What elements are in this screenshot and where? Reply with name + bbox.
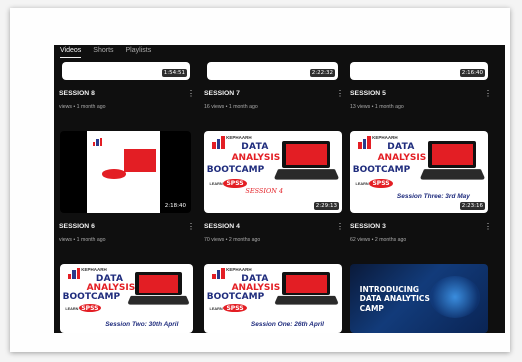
bootcamp-promo-image: KEPHAARH DATA ANALYSIS BOOTCAMP LEARN SP… (350, 131, 488, 213)
laptop-screen-image (123, 149, 156, 172)
laptop-icon (127, 272, 190, 305)
promo-line-2: ANALYSIS (231, 153, 281, 164)
bootcamp-promo-image: KEPHAARH DATA ANALYSIS BOOTCAMP LEARN SP… (204, 131, 342, 213)
promo-learn: LEARN (209, 181, 223, 186)
promo-line-2: ANALYSIS (86, 282, 136, 293)
video-duration: 2:23:16 (459, 202, 485, 210)
video-thumbnail[interactable]: INTRODUCING DATA ANALYTICS CAMP (350, 264, 488, 333)
thumbnail-image (87, 131, 160, 213)
bootcamp-promo-image: KEPHAARH DATA ANALYSIS BOOTCAMP LEARN SP… (60, 264, 193, 333)
video-title[interactable]: SESSION 7 (204, 90, 240, 97)
video-meta: views • 1 month ago (59, 237, 106, 243)
video-thumbnail[interactable]: 2:16:40 (350, 62, 488, 80)
promo-session: SESSION 4 (245, 186, 284, 195)
promo-brand: KEPHAARH (226, 267, 252, 273)
tab-videos[interactable]: Videos (60, 45, 82, 58)
more-options-icon[interactable]: ⋮ (484, 90, 492, 98)
video-meta: 70 views • 2 months ago (204, 237, 261, 243)
channel-videos-screen: Videos Shorts Playlists 1:54:51 2:22:32 … (54, 45, 505, 333)
video-duration: 2:29:13 (313, 202, 339, 210)
promo-learn: LEARN (65, 306, 79, 311)
video-duration: 2:18:40 (162, 202, 188, 210)
laptop-icon (419, 140, 485, 180)
document-page: Videos Shorts Playlists 1:54:51 2:22:32 … (10, 8, 510, 352)
video-meta: 13 views • 1 month ago (350, 104, 404, 110)
spss-badge-icon (101, 168, 127, 179)
promo-session: Session One: 26th April (250, 320, 324, 328)
video-title[interactable]: SESSION 6 (59, 223, 95, 230)
logo-bars-icon (212, 268, 226, 280)
video-meta: 16 views • 1 month ago (204, 104, 258, 110)
video-duration: 2:22:32 (309, 69, 335, 77)
video-meta: 62 views • 2 months ago (350, 237, 407, 243)
intro-line-1: INTRODUCING (359, 284, 420, 294)
channel-tabs: Videos Shorts Playlists (54, 45, 151, 61)
video-meta: views • 1 month ago (59, 104, 106, 110)
more-options-icon[interactable]: ⋮ (484, 223, 492, 231)
network-globe-icon (430, 276, 480, 318)
promo-session: Session Three: 3rd May (396, 192, 470, 200)
video-thumbnail[interactable]: KEPHAARH DATA ANALYSIS BOOTCAMP LEARN SP… (204, 131, 342, 213)
promo-spss: SPSS (78, 304, 102, 313)
promo-line-2: ANALYSIS (231, 282, 281, 293)
more-options-icon[interactable]: ⋮ (336, 90, 344, 98)
video-thumbnail[interactable]: 2:18:40 (60, 131, 191, 213)
video-title[interactable]: SESSION 8 (59, 90, 95, 97)
promo-learn: LEARN (355, 181, 369, 186)
laptop-icon (273, 272, 339, 305)
promo-line-1: DATA (387, 142, 415, 153)
promo-brand: KEPHAARH (372, 135, 398, 141)
promo-spss: SPSS (223, 304, 247, 313)
intro-line-2: DATA ANALYTICS (359, 294, 430, 304)
promo-line-3: BOOTCAMP (62, 292, 121, 303)
video-thumbnail[interactable]: KEPHAARH DATA ANALYSIS BOOTCAMP LEARN SP… (204, 264, 342, 333)
more-options-icon[interactable]: ⋮ (336, 223, 344, 231)
promo-spss: SPSS (369, 178, 393, 189)
video-thumbnail[interactable]: 2:22:32 (207, 62, 338, 80)
intro-promo-image: INTRODUCING DATA ANALYTICS CAMP (350, 264, 488, 333)
tab-shorts[interactable]: Shorts (93, 45, 113, 57)
video-duration: 2:16:40 (459, 69, 485, 77)
promo-line-3: BOOTCAMP (206, 292, 265, 303)
logo-bars-icon (212, 135, 226, 150)
promo-brand: KEPHAARH (226, 135, 252, 141)
laptop-icon (273, 140, 339, 180)
video-duration: 1:54:51 (161, 69, 187, 77)
more-options-icon[interactable]: ⋮ (187, 90, 195, 98)
video-title[interactable]: SESSION 5 (350, 90, 386, 97)
logo-bars-icon (67, 268, 81, 280)
promo-line-3: BOOTCAMP (352, 164, 411, 175)
more-options-icon[interactable]: ⋮ (187, 223, 195, 231)
promo-spss: SPSS (223, 178, 247, 189)
promo-line-3: BOOTCAMP (206, 164, 265, 175)
video-thumbnail[interactable]: KEPHAARH DATA ANALYSIS BOOTCAMP LEARN SP… (350, 131, 488, 213)
promo-line-1: DATA (241, 142, 269, 153)
promo-brand: KEPHAARH (81, 267, 107, 273)
video-thumbnail[interactable]: 1:54:51 (62, 62, 190, 80)
promo-session: Session Two: 30th April (105, 320, 179, 328)
promo-learn: LEARN (209, 306, 223, 311)
logo-bars-icon (92, 137, 103, 146)
logo-bars-icon (358, 135, 372, 150)
promo-line-2: ANALYSIS (377, 153, 427, 164)
tab-playlists[interactable]: Playlists (126, 45, 152, 57)
video-title[interactable]: SESSION 3 (350, 223, 386, 230)
video-title[interactable]: SESSION 4 (204, 223, 240, 230)
intro-line-3: CAMP (359, 304, 384, 314)
video-thumbnail[interactable]: KEPHAARH DATA ANALYSIS BOOTCAMP LEARN SP… (60, 264, 193, 333)
bootcamp-promo-image: KEPHAARH DATA ANALYSIS BOOTCAMP LEARN SP… (204, 264, 342, 333)
